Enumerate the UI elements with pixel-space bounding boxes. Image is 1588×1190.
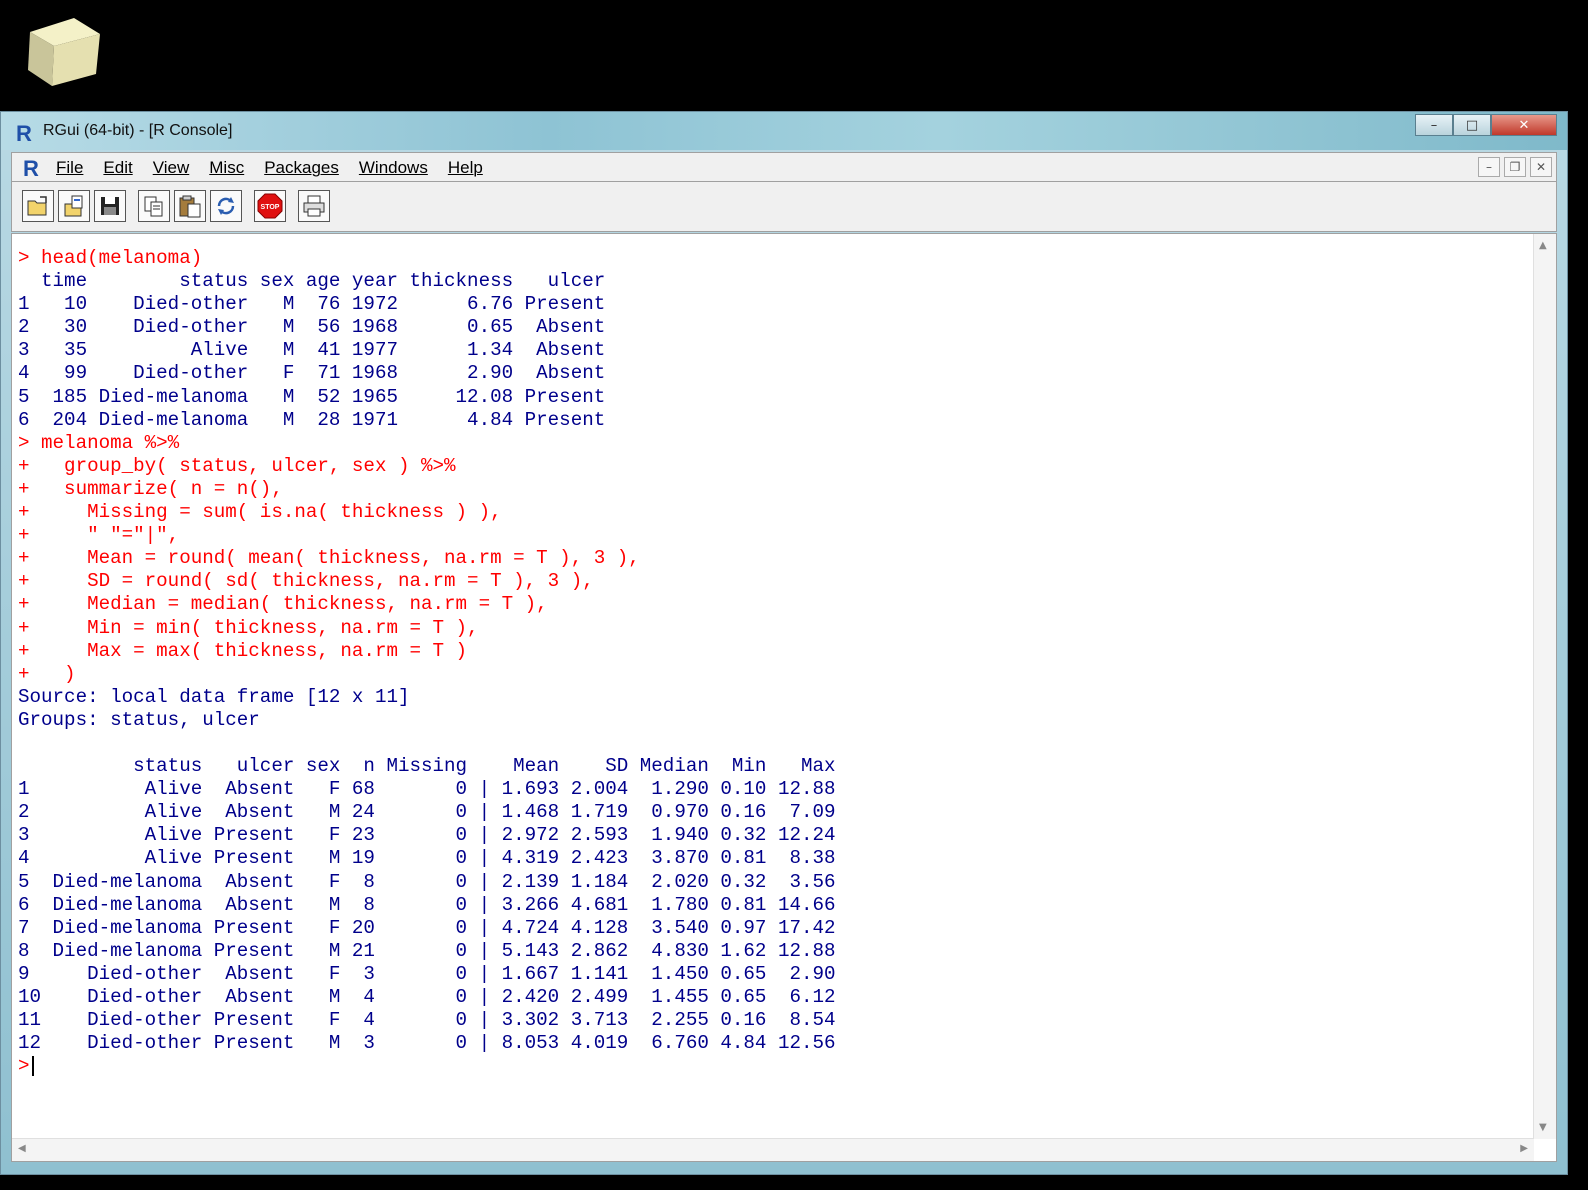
menu-packages[interactable]: Packages [264, 158, 339, 178]
console-output-line: 1 Alive Absent F 68 0 | 1.693 2.004 1.29… [18, 778, 836, 801]
console-restore-button[interactable]: ❐ [1504, 157, 1526, 177]
save-icon[interactable] [94, 190, 126, 222]
menu-edit[interactable]: Edit [103, 158, 132, 178]
print-icon[interactable] [298, 190, 330, 222]
title-bar: R RGui (64-bit) - [R Console] – □ ✕ [1, 112, 1567, 150]
console-command-line: + Mean = round( mean( thickness, na.rm =… [18, 547, 640, 570]
console-window-controls: – ❐ ✕ [1478, 157, 1552, 177]
console-output-line: 2 30 Died-other M 56 1968 0.65 Absent [18, 316, 606, 339]
menu-windows[interactable]: Windows [359, 158, 428, 178]
menu-view[interactable]: View [153, 158, 190, 178]
scroll-up-icon[interactable]: ▲ [1539, 240, 1547, 251]
prompt-symbol: > [18, 1055, 30, 1078]
minimize-button[interactable]: – [1415, 114, 1453, 136]
rgui-window: R RGui (64-bit) - [R Console] – □ ✕ R Fi… [0, 111, 1568, 1175]
console-command-line: + Missing = sum( is.na( thickness ) ), [18, 501, 502, 524]
text-cursor [31, 1056, 34, 1077]
console-command-line: + " "="|", [18, 524, 180, 547]
console-command-line: + Max = max( thickness, na.rm = T ) [18, 639, 468, 662]
svg-text:R: R [16, 121, 32, 143]
console-output-line: Source: local data frame [12 x 11] [18, 685, 410, 708]
console-output-line: 12 Died-other Present M 3 0 | 8.053 4.01… [18, 1032, 836, 1055]
svg-text:R: R [23, 156, 39, 178]
vertical-scrollbar[interactable]: ▲ ▼ [1533, 234, 1556, 1139]
console-output-line: Groups: status, ulcer [18, 708, 260, 731]
console-output-line: 1 10 Died-other M 76 1972 6.76 Present [18, 293, 606, 316]
console-output-line: 11 Died-other Present F 4 0 | 3.302 3.71… [18, 1009, 836, 1032]
console-output-line: 4 99 Died-other F 71 1968 2.90 Absent [18, 362, 606, 385]
r-logo-icon: R [23, 156, 39, 178]
console-output-line: 4 Alive Present M 19 0 | 4.319 2.423 3.8… [18, 847, 836, 870]
svg-text:STOP: STOP [261, 204, 280, 211]
copy-icon[interactable] [138, 190, 170, 222]
console-output-line: 3 35 Alive M 41 1977 1.34 Absent [18, 339, 606, 362]
maximize-button[interactable]: □ [1453, 114, 1491, 136]
console-command-line: + Median = median( thickness, na.rm = T … [18, 593, 548, 616]
console-output-line: status ulcer sex n Missing Mean SD Media… [18, 755, 836, 778]
r-logo-icon: R [16, 121, 32, 143]
console-command-line: + Min = min( thickness, na.rm = T ), [18, 616, 479, 639]
console-output-line: 7 Died-melanoma Present F 20 0 | 4.724 4… [18, 916, 836, 939]
open-script-icon[interactable] [22, 190, 54, 222]
console-output-line: 6 204 Died-melanoma M 28 1971 4.84 Prese… [18, 408, 606, 431]
console-output-line: 6 Died-melanoma Absent M 8 0 | 3.266 4.6… [18, 893, 836, 916]
paste-icon[interactable] [174, 190, 206, 222]
console-output-line: 9 Died-other Absent F 3 0 | 1.667 1.141 … [18, 962, 836, 985]
scroll-right-icon[interactable]: ▶ [1520, 1143, 1528, 1154]
console-command-line: + ) [18, 662, 76, 685]
console-output: > head(melanoma) time status sex age yea… [18, 247, 836, 1078]
menu-file[interactable]: File [56, 158, 83, 178]
console-output-line: time status sex age year thickness ulcer [18, 270, 606, 293]
console-command-line: > melanoma %>% [18, 431, 180, 454]
scroll-left-icon[interactable]: ◀ [18, 1143, 26, 1154]
scroll-down-icon[interactable]: ▼ [1539, 1122, 1547, 1133]
refresh-icon[interactable] [210, 190, 242, 222]
stop-icon[interactable]: STOP [254, 190, 286, 222]
window-controls: – □ ✕ [1415, 114, 1557, 136]
console-close-button[interactable]: ✕ [1530, 157, 1552, 177]
console-command-line: + group_by( status, ulcer, sex ) %>% [18, 454, 456, 477]
menu-help[interactable]: Help [448, 158, 483, 178]
console-output-line: 3 Alive Present F 23 0 | 2.972 2.593 1.9… [18, 824, 836, 847]
console-output-line: 5 185 Died-melanoma M 52 1965 12.08 Pres… [18, 385, 606, 408]
menu-bar: R File Edit View Misc Packages Windows H… [11, 152, 1557, 182]
menu-misc[interactable]: Misc [209, 158, 244, 178]
desktop-cube-icon [28, 18, 100, 86]
r-console[interactable]: > head(melanoma) time status sex age yea… [11, 233, 1557, 1162]
console-output-line: 8 Died-melanoma Present M 21 0 | 5.143 2… [18, 939, 836, 962]
console-output-line: 10 Died-other Absent M 4 0 | 2.420 2.499… [18, 986, 836, 1008]
console-command-line: > head(melanoma) [18, 247, 203, 269]
console-command-line: + summarize( n = n(), [18, 477, 283, 500]
close-button[interactable]: ✕ [1491, 114, 1557, 136]
console-output-line: 2 Alive Absent M 24 0 | 1.468 1.719 0.97… [18, 801, 836, 824]
console-minimize-button[interactable]: – [1478, 157, 1500, 177]
load-workspace-icon[interactable] [58, 190, 90, 222]
console-command-line: + SD = round( sd( thickness, na.rm = T )… [18, 570, 594, 593]
toolbar: STOP [11, 182, 1557, 232]
horizontal-scrollbar[interactable]: ◀ ▶ [12, 1138, 1534, 1161]
window-title: RGui (64-bit) - [R Console] [43, 122, 233, 139]
console-prompt[interactable]: > [18, 1055, 836, 1078]
console-output-line: 5 Died-melanoma Absent F 8 0 | 2.139 1.1… [18, 870, 836, 893]
